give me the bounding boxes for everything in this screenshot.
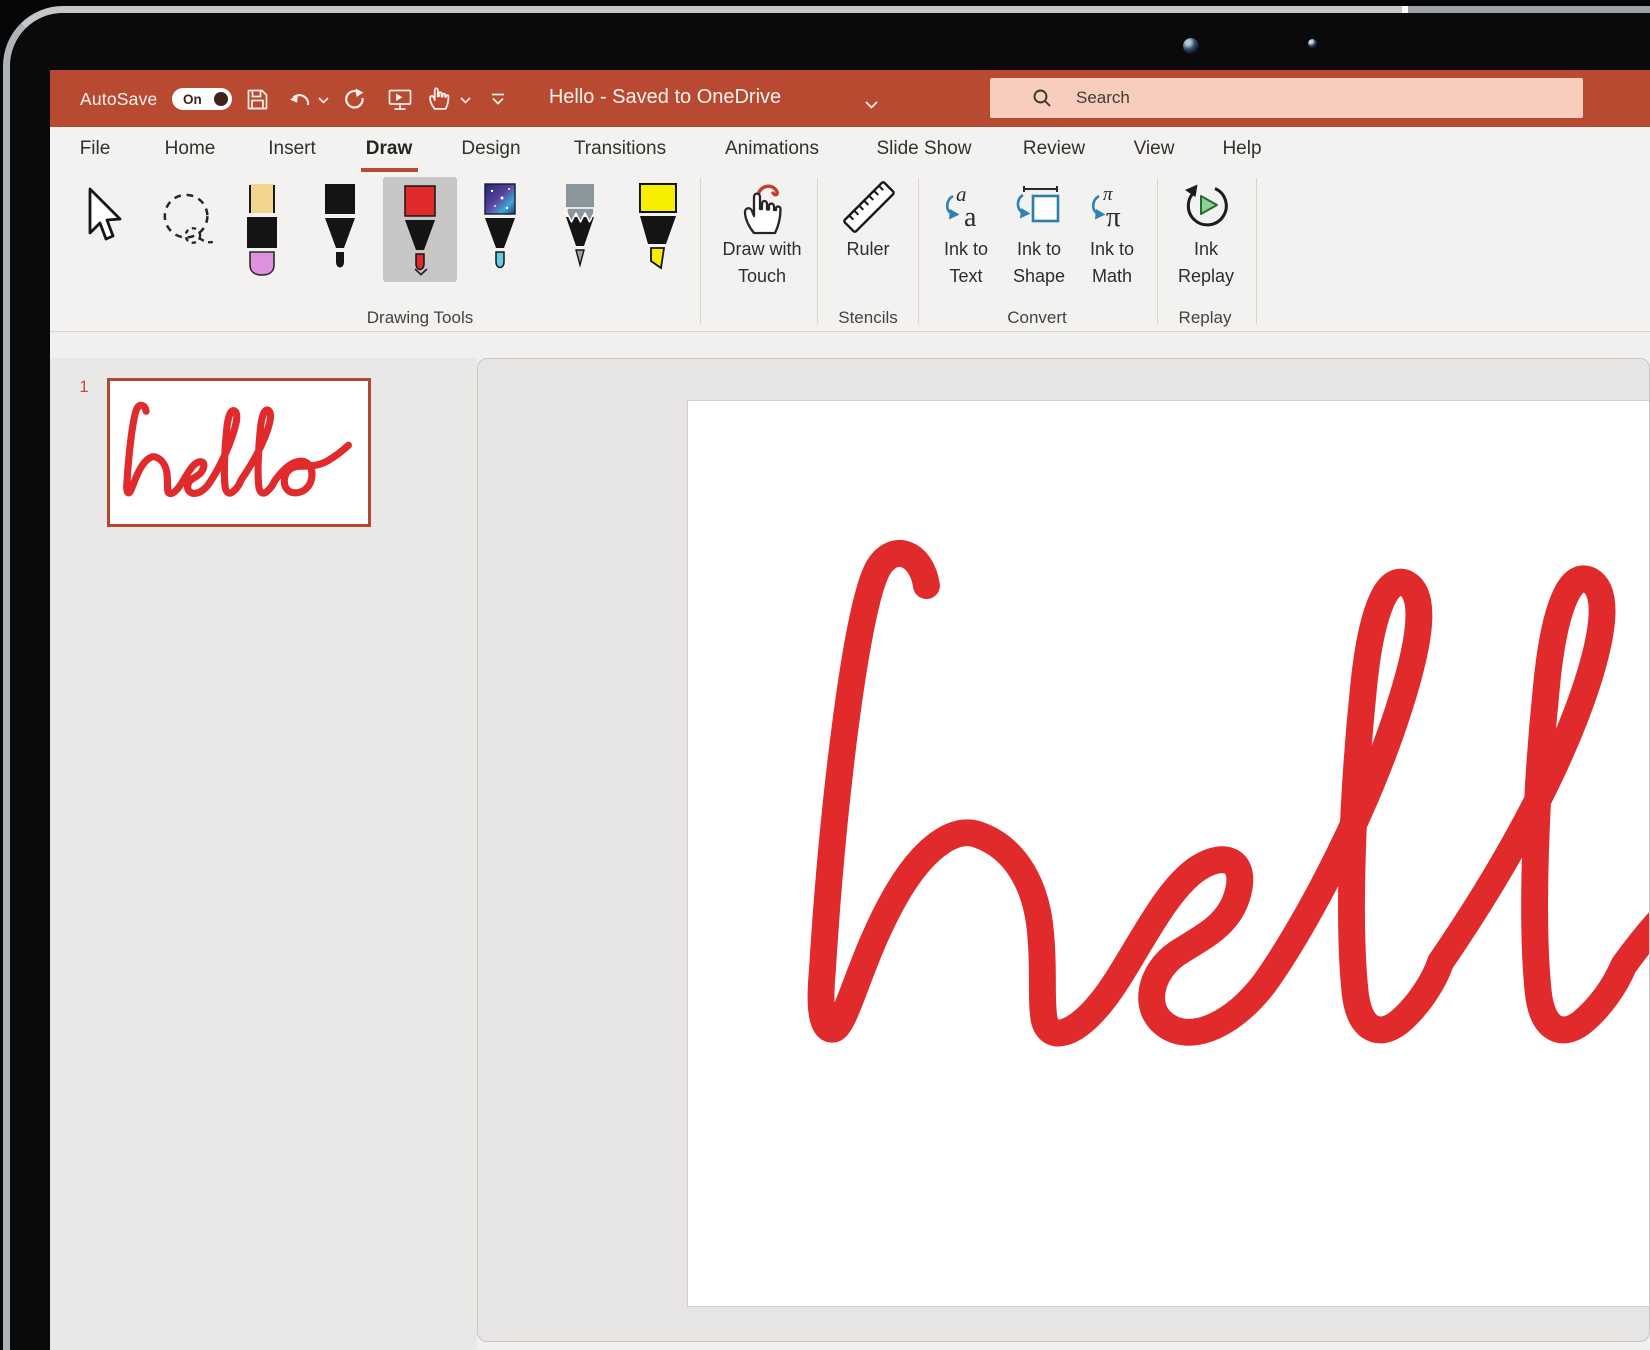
title-bar: AutoSave On: [50, 70, 1650, 127]
ruler-icon: [838, 176, 900, 238]
ink-to-shape-icon: [1014, 182, 1064, 230]
ink-to-shape-button[interactable]: [1014, 182, 1064, 235]
autosave-label: AutoSave: [80, 89, 158, 110]
pen-galaxy-button[interactable]: [480, 182, 520, 282]
ink-to-text-button[interactable]: a a: [943, 182, 989, 235]
pen-galaxy-icon: [480, 182, 520, 282]
tab-review[interactable]: Review: [1023, 138, 1085, 160]
tab-draw[interactable]: Draw: [366, 138, 412, 160]
pen-black-button[interactable]: [320, 182, 360, 282]
ink-to-text-icon: a a: [943, 182, 989, 230]
group-label-drawing-tools: Drawing Tools: [367, 308, 473, 328]
pencil-icon: [560, 182, 600, 282]
touch-mode-icon[interactable]: [428, 86, 454, 112]
ribbon-draw: Draw with Touch Ruler a a: [50, 172, 1650, 332]
ink-replay-button[interactable]: [1179, 178, 1233, 237]
autosave-toggle-state: On: [183, 92, 202, 107]
pen-options-chevron-icon[interactable]: [414, 263, 428, 281]
tab-insert[interactable]: Insert: [268, 138, 316, 160]
tab-transitions[interactable]: Transitions: [574, 138, 666, 160]
document-title: Hello - Saved to OneDrive: [549, 86, 781, 109]
search-icon: [1032, 88, 1052, 113]
undo-dropdown-chevron-icon[interactable]: [318, 97, 329, 104]
ribbon-divider: [918, 178, 919, 324]
ribbon-divider: [700, 178, 701, 324]
camera-lens-large-icon: [1183, 38, 1199, 54]
tab-file[interactable]: File: [80, 138, 111, 160]
autosave-toggle[interactable]: On: [172, 88, 232, 110]
ink-to-text-label[interactable]: Ink to Text: [944, 236, 988, 290]
draw-with-touch-label[interactable]: Draw with Touch: [722, 236, 801, 290]
eraser-button[interactable]: [242, 182, 282, 282]
save-icon[interactable]: [246, 88, 269, 111]
slideshow-icon[interactable]: [388, 88, 412, 111]
tab-animations[interactable]: Animations: [725, 138, 819, 160]
ink-to-shape-label[interactable]: Ink to Shape: [1013, 236, 1065, 290]
group-label-convert: Convert: [1007, 308, 1067, 328]
ribbon-options-icon[interactable]: [490, 93, 506, 106]
powerpoint-window: AutoSave On: [50, 70, 1650, 1350]
redo-icon[interactable]: [342, 88, 366, 112]
ink-to-math-button[interactable]: π π: [1089, 182, 1135, 235]
slide-editing-area[interactable]: [477, 358, 1650, 1342]
ink-drawing-hello[interactable]: [787, 530, 1650, 1068]
slide-thumbnail-1[interactable]: [107, 378, 371, 527]
search-input[interactable]: Search: [990, 78, 1583, 118]
autosave-toggle-knob: [214, 92, 228, 106]
tab-view[interactable]: View: [1134, 138, 1175, 160]
ruler-label[interactable]: Ruler: [846, 236, 889, 263]
lasso-select-button[interactable]: [154, 190, 224, 255]
svg-text:π: π: [1106, 201, 1121, 230]
tab-design[interactable]: Design: [461, 138, 520, 160]
ink-to-math-label[interactable]: Ink to Math: [1090, 236, 1134, 290]
tab-home[interactable]: Home: [165, 138, 216, 160]
photo-background: AutoSave On: [0, 0, 1650, 1350]
ink-to-math-icon: π π: [1089, 182, 1135, 230]
draw-with-touch-button[interactable]: [733, 180, 791, 241]
slide-canvas[interactable]: [687, 400, 1650, 1307]
pen-icon: [320, 182, 360, 282]
touch-mode-chevron-icon[interactable]: [460, 97, 471, 104]
ribbon-divider: [1157, 178, 1158, 324]
ink-replay-label[interactable]: Ink Replay: [1178, 236, 1234, 290]
ribbon-divider: [817, 178, 818, 324]
title-dropdown-chevron-icon[interactable]: [865, 96, 878, 114]
device-frame-edge-right: [1408, 6, 1650, 13]
svg-text:a: a: [964, 202, 977, 230]
highlighter-icon: [634, 182, 682, 282]
search-placeholder: Search: [1076, 88, 1130, 108]
ribbon-divider: [1256, 178, 1257, 324]
highlighter-button[interactable]: [634, 182, 682, 282]
group-label-replay: Replay: [1179, 308, 1232, 328]
thumbnail-ink-hello: [120, 401, 356, 500]
slide-number: 1: [72, 378, 96, 397]
tab-help[interactable]: Help: [1222, 138, 1261, 160]
group-label-stencils: Stencils: [838, 308, 898, 328]
ruler-button[interactable]: [838, 176, 900, 243]
touch-hand-icon: [733, 180, 791, 236]
undo-icon[interactable]: [288, 89, 312, 111]
pencil-button[interactable]: [560, 182, 600, 282]
lasso-icon: [154, 190, 224, 250]
ink-replay-icon: [1179, 178, 1233, 232]
ribbon-tab-row: File Home Insert Draw Design Transitions…: [50, 127, 1650, 172]
eraser-icon: [242, 182, 282, 282]
camera-lens-small-icon: [1308, 39, 1317, 48]
tab-slide-show[interactable]: Slide Show: [876, 138, 971, 160]
select-tool-button[interactable]: [75, 185, 133, 250]
cursor-arrow-icon: [75, 185, 133, 245]
